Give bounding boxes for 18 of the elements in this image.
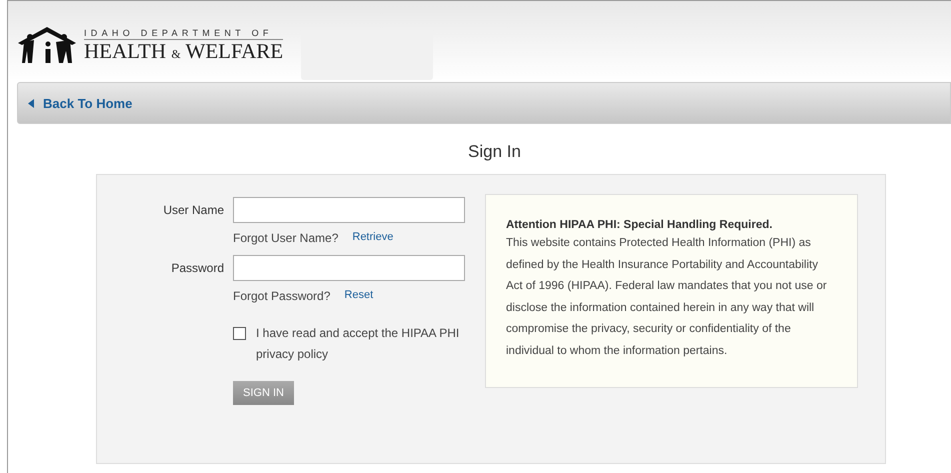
back-link[interactable]: Back To Home [28,96,132,110]
field-label: User Name [162,202,225,219]
checkbox-label: I have read and accept the HIPAA PHI privacy policy [256,325,460,363]
input-field[interactable] [233,197,465,223]
forgot-text: Forgot User Name? [233,231,338,245]
notice-title: Attention HIPAA PHI: Special Handling Required. [506,218,774,233]
caret-icon [28,98,34,108]
logo-tagline: IDAHO DEPARTMENT OF [84,28,284,40]
notice-text: This website contains Protected Health Information (PHI) as defined by the Health Insurance Portability and Accountability Act of 1996 (HIPAA). Federal law mandates that you not use or disclose the information contained herein in any way that will compromise the privacy, security or confidentiality of the individual to whom the information pertains. [506,236,828,358]
forgot-link[interactable]: Retrieve [352,231,394,245]
logo-title: HEALTH & WELFARE [84,40,284,65]
field-label: Password [170,260,225,277]
forgot-link[interactable]: Reset [344,289,374,303]
page-title: Sign In [467,142,522,162]
forgot-text: Forgot Password? [233,289,330,303]
checkbox[interactable] [233,327,246,340]
input-field[interactable] [233,255,465,281]
house-family-icon [16,25,78,65]
